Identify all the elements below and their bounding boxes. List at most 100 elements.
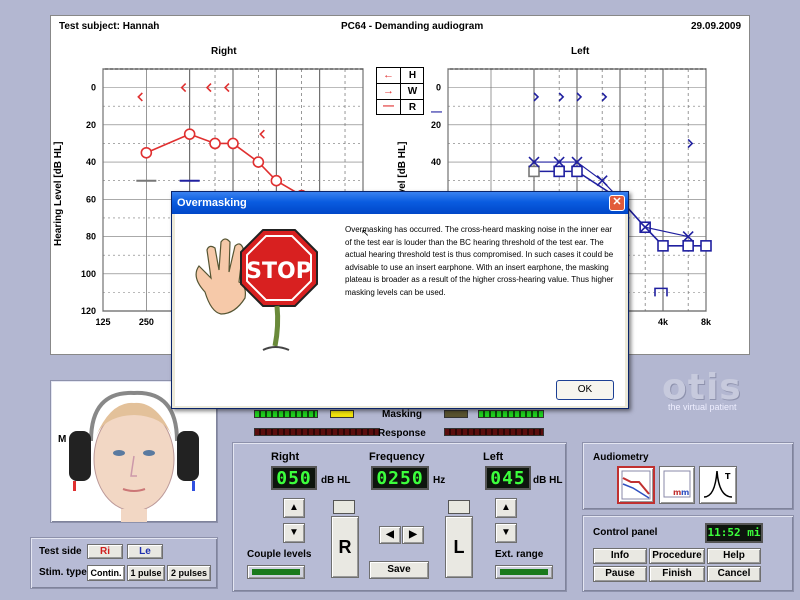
- stim-2-pulses-button[interactable]: 2 pulses: [167, 565, 211, 581]
- masking-label: Masking: [382, 409, 423, 420]
- couple-levels-indicator: [252, 569, 300, 575]
- test-side-le-button[interactable]: Le: [127, 544, 163, 559]
- test-side-ri-button[interactable]: Ri: [87, 544, 123, 559]
- ext-range-button[interactable]: [495, 565, 553, 579]
- speech-chart-icon: mm: [663, 470, 691, 498]
- frequency-down-button[interactable]: ◀: [379, 526, 401, 544]
- right-ytick: 80: [86, 232, 96, 242]
- pause-button[interactable]: Pause: [593, 566, 647, 582]
- masking-indicator-right: [330, 410, 354, 418]
- control-panel: Control panel 11:52 mi Info Procedure He…: [582, 515, 794, 592]
- speech-audiogram-tool-button[interactable]: mm: [659, 466, 695, 504]
- audiogram-chart-icon: [621, 470, 651, 500]
- left-ac-point: [553, 165, 565, 178]
- help-button[interactable]: Help: [707, 548, 761, 564]
- right-ac-point: [140, 146, 153, 159]
- dialog-close-button[interactable]: ✕: [609, 195, 625, 211]
- dialog-body: STOP Overmasking has occurred. The cross…: [175, 214, 625, 406]
- right-level-down-button[interactable]: ▼: [283, 523, 305, 543]
- legend-right-arrow-icon: →: [377, 84, 401, 100]
- clock-display: 11:52 mi: [705, 523, 763, 543]
- right-ytick: 20: [86, 120, 96, 130]
- left-ytick: 20: [431, 120, 441, 130]
- masking-indicator-left: [444, 410, 468, 418]
- dialog-message: Overmasking has occurred. The cross-hear…: [345, 225, 614, 297]
- right-ac-point: [252, 156, 265, 168]
- tone-audiogram-tool-button[interactable]: [617, 466, 655, 504]
- frequency-unit: Hz: [433, 475, 446, 486]
- left-ytick: 0: [436, 83, 441, 93]
- left-xtick: 4k: [658, 317, 669, 327]
- response-meter-right: [254, 428, 380, 436]
- left-slider-knob[interactable]: [448, 500, 470, 514]
- right-ytick: 100: [81, 269, 96, 279]
- couple-levels-button[interactable]: [247, 565, 305, 579]
- left-level-up-button[interactable]: ▲: [495, 498, 517, 518]
- legend-left-arrow-icon: ←: [377, 68, 401, 84]
- right-level-up-button[interactable]: ▲: [283, 498, 305, 518]
- left-ac-point: [571, 165, 583, 178]
- stop-sign-icon: STOP: [195, 229, 318, 351]
- test-side-panel: Test side Ri Le Stim. type Contin. 1 pul…: [30, 537, 218, 589]
- frequency-display: 0250: [371, 466, 429, 490]
- right-ac-point: [183, 128, 196, 140]
- left-level-down-button[interactable]: ▼: [495, 523, 517, 543]
- couple-levels-label: Couple levels: [247, 549, 312, 560]
- left-ytick: 40: [431, 157, 441, 167]
- mouse-cursor-icon: ↖: [361, 228, 370, 239]
- legend-blue-dash-icon: —: [431, 106, 442, 118]
- left-level-unit: dB HL: [533, 475, 563, 486]
- audiometry-panel: Audiometry mm T: [582, 442, 794, 510]
- dialog-title: Overmasking: [177, 197, 247, 209]
- info-button[interactable]: Info: [593, 548, 647, 564]
- audiometry-title: Audiometry: [593, 452, 649, 463]
- left-level-display: 045: [485, 466, 531, 490]
- right-present-button[interactable]: R: [331, 516, 359, 578]
- control-panel-title: Control panel: [593, 527, 658, 538]
- ext-range-indicator: [500, 569, 548, 575]
- left-ac-point: [528, 165, 540, 178]
- ext-range-label: Ext. range: [495, 549, 544, 560]
- legend-w: W: [401, 84, 424, 100]
- test-side-label: Test side: [39, 546, 82, 557]
- svg-text:T: T: [725, 472, 731, 481]
- finish-button[interactable]: Finish: [649, 566, 705, 582]
- left-ac-point: [700, 240, 712, 252]
- frequency-up-button[interactable]: ▶: [402, 526, 424, 544]
- cancel-button[interactable]: Cancel: [707, 566, 761, 582]
- right-ac-point: [209, 137, 221, 150]
- stim-contin-button[interactable]: Contin.: [87, 565, 125, 581]
- right-ytick: 40: [86, 157, 96, 167]
- right-level-label: Right: [271, 451, 300, 463]
- legend-h: H: [401, 68, 424, 84]
- right-ac-point: [227, 137, 239, 150]
- masking-meter-left: [478, 410, 544, 418]
- left-present-button[interactable]: L: [445, 516, 473, 578]
- response-meter-left: [444, 428, 544, 436]
- stim-1-pulse-button[interactable]: 1 pulse: [127, 565, 165, 581]
- legend-box: ← H → W — R —: [376, 67, 442, 118]
- left-ac-point: [657, 240, 669, 252]
- overmasking-dialog: Overmasking ✕ STOP Overmasking has occur…: [171, 191, 629, 409]
- head-marker-m: M: [58, 434, 67, 445]
- save-button[interactable]: Save: [369, 561, 429, 579]
- stim-type-label: Stim. type: [39, 567, 87, 578]
- level-controls-panel: Right Frequency Left 050 dB HL 0250 Hz 0…: [232, 442, 567, 592]
- left-xtick: 8k: [701, 317, 712, 327]
- stop-sign-text: STOP: [246, 259, 312, 284]
- frequency-label: Frequency: [369, 451, 425, 463]
- tympanometry-tool-button[interactable]: T: [699, 466, 737, 504]
- legend-dash-icon: —: [377, 100, 401, 115]
- ok-button[interactable]: OK: [556, 380, 614, 400]
- brand-tagline: the virtual patient: [668, 402, 737, 412]
- dialog-titlebar[interactable]: Overmasking ✕: [172, 192, 628, 214]
- right-ytick: 0: [91, 83, 96, 93]
- left-ac-point: [682, 240, 694, 252]
- left-level-label: Left: [483, 451, 504, 463]
- right-ytick: 120: [81, 306, 96, 316]
- right-ytick: 60: [86, 194, 96, 204]
- right-slider-knob[interactable]: [333, 500, 355, 514]
- procedure-button[interactable]: Procedure: [649, 548, 705, 564]
- right-xtick: 125: [95, 317, 110, 327]
- right-ac-point: [270, 174, 283, 187]
